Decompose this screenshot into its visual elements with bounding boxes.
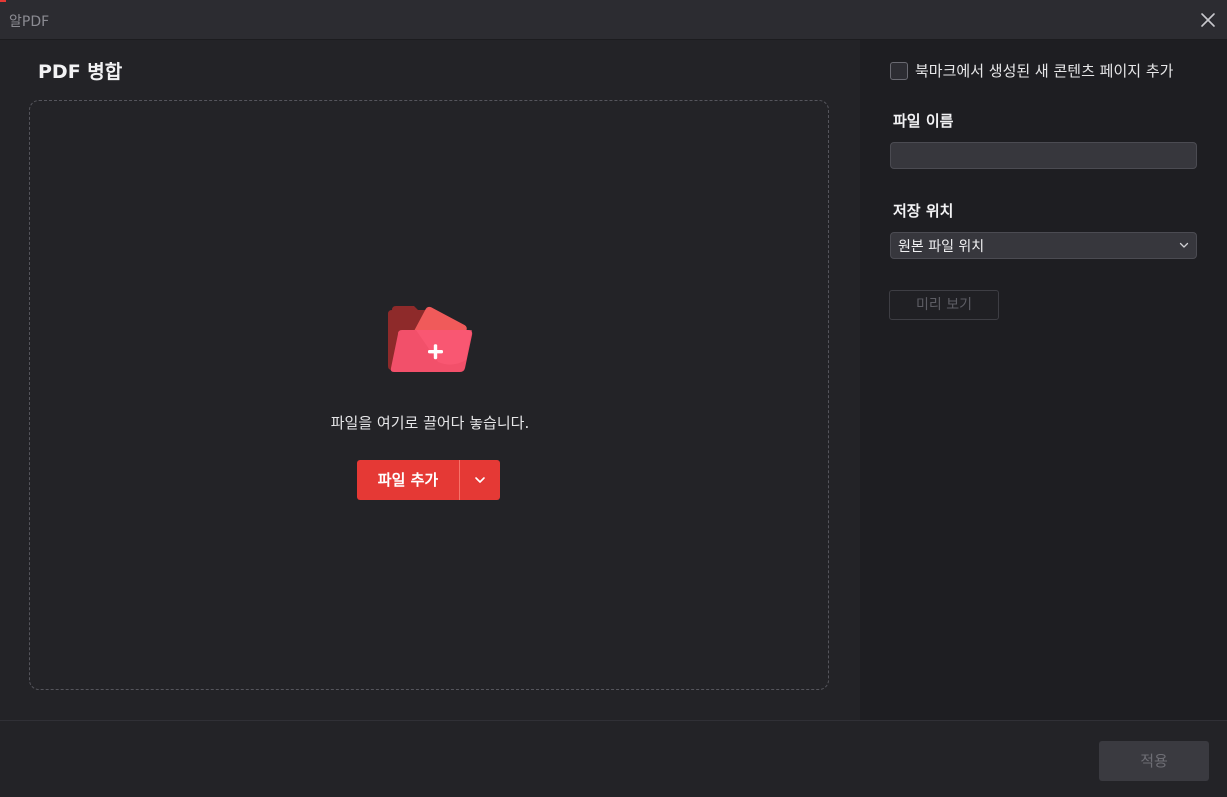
bookmark-checkbox-label[interactable]: 북마크에서 생성된 새 콘텐츠 페이지 추가: [915, 60, 1173, 81]
add-file-dropdown-button[interactable]: [460, 460, 500, 500]
file-drop-zone[interactable]: 파일을 여기로 끌어다 놓습니다. 파일 추가: [29, 100, 829, 690]
footer-bar: 적용: [0, 720, 1227, 797]
add-file-button[interactable]: 파일 추가: [357, 460, 459, 500]
options-panel: 북마크에서 생성된 새 콘텐츠 페이지 추가 파일 이름 저장 위치 원본 파일…: [860, 40, 1227, 720]
apply-button[interactable]: 적용: [1099, 741, 1209, 781]
title-accent: [0, 0, 6, 2]
add-file-split-button: 파일 추가: [357, 460, 500, 500]
save-location-select[interactable]: 원본 파일 위치: [890, 232, 1197, 259]
preview-button[interactable]: 미리 보기: [889, 290, 999, 320]
save-location-value: 원본 파일 위치: [898, 238, 985, 255]
bookmark-option[interactable]: 북마크에서 생성된 새 콘텐츠 페이지 추가: [890, 60, 1173, 81]
bookmark-checkbox[interactable]: [890, 61, 908, 80]
drop-instruction: 파일을 여기로 끌어다 놓습니다.: [330, 414, 530, 432]
window-title: 알PDF: [9, 14, 50, 30]
chevron-down-icon: [1179, 242, 1189, 248]
file-name-label: 파일 이름: [893, 112, 954, 130]
merge-panel: PDF 병합 파일을 여기로 끌어다 놓습니다. 파일 추가: [0, 40, 860, 720]
save-location-label: 저장 위치: [893, 202, 954, 220]
split-divider: [459, 460, 460, 500]
chevron-down-icon: [475, 477, 485, 483]
close-icon[interactable]: [1199, 11, 1217, 29]
merge-pdf-window: 알PDF PDF 병합 파일을 여기로 끌어다 놓습니다. 파일 추가 북마크에…: [0, 0, 1227, 797]
folder-add-icon: [386, 304, 474, 376]
title-bar[interactable]: 알PDF: [0, 0, 1227, 40]
file-name-input[interactable]: [890, 142, 1197, 169]
page-title: PDF 병합: [38, 61, 123, 83]
